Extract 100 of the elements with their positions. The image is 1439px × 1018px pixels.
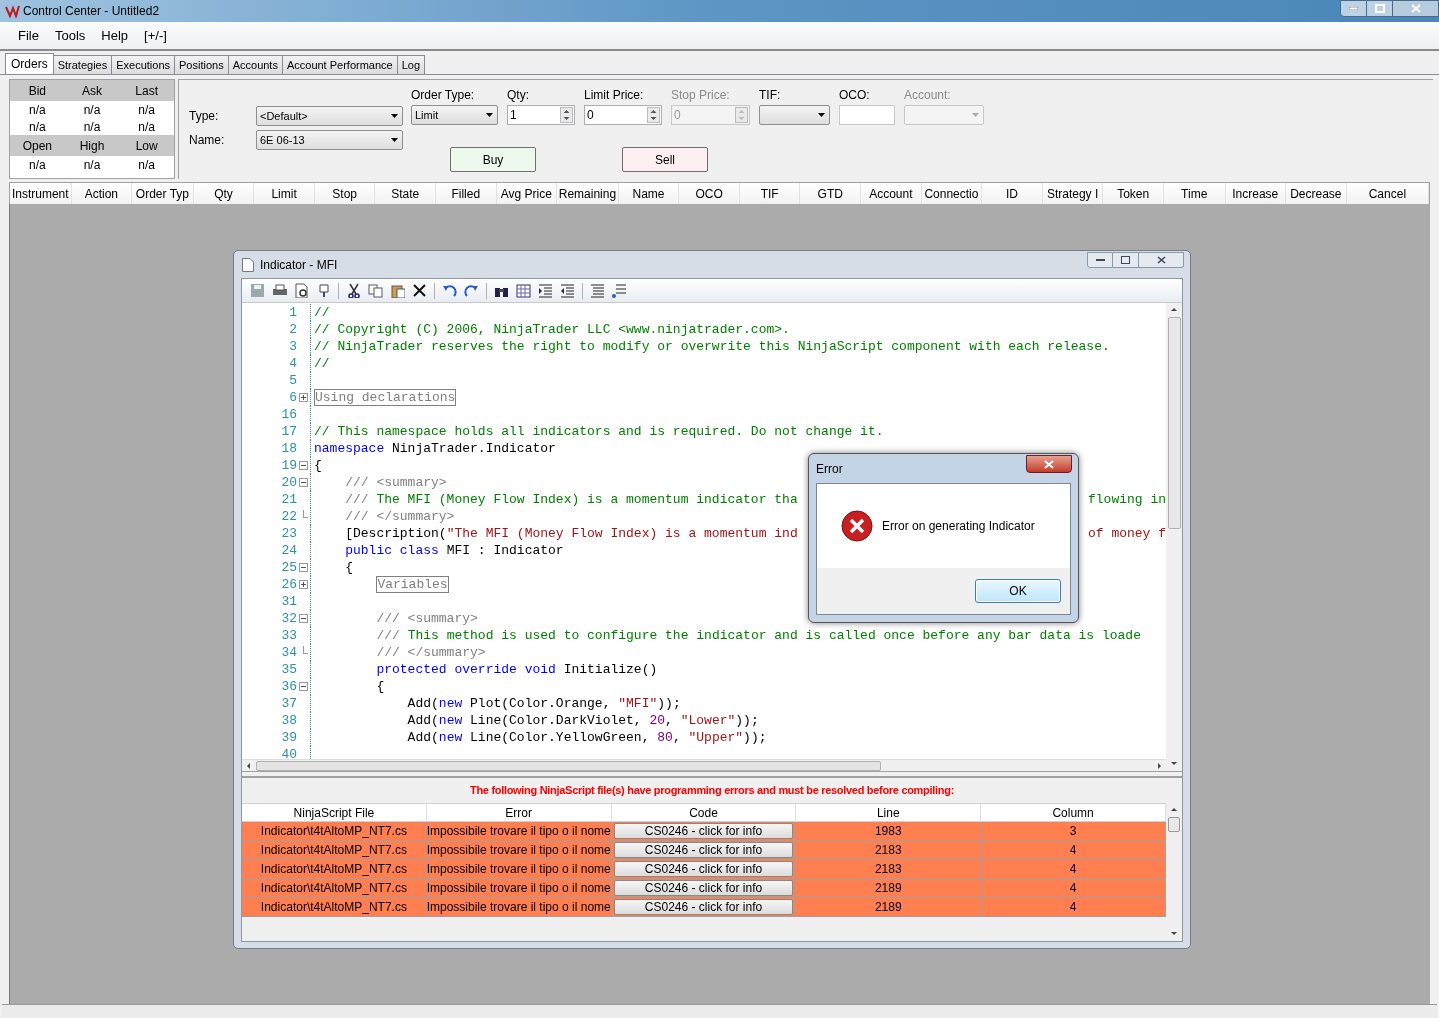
minimize-button[interactable] bbox=[1340, 0, 1367, 17]
caret-icon[interactable] bbox=[485, 112, 494, 118]
print-preview-icon[interactable] bbox=[294, 283, 309, 298]
column-header[interactable]: Connectio bbox=[921, 183, 983, 204]
column-header[interactable]: Time bbox=[1163, 183, 1226, 204]
column-header[interactable]: Order Typ bbox=[132, 183, 194, 204]
column-header[interactable]: Stop bbox=[314, 183, 376, 204]
column-header[interactable]: Increase bbox=[1225, 183, 1287, 204]
app-logo-icon[interactable] bbox=[4, 4, 20, 18]
dialog-message: Error on generating Indicator bbox=[882, 518, 1035, 535]
tab[interactable]: Account Performance bbox=[281, 55, 398, 74]
collapse-icon[interactable] bbox=[299, 563, 308, 572]
column-header[interactable]: Qty bbox=[193, 183, 255, 204]
column-header[interactable]: OCO bbox=[679, 183, 740, 204]
caret-icon[interactable] bbox=[390, 137, 399, 143]
scrollbar-thumb[interactable] bbox=[1167, 317, 1181, 529]
line-number: 40 bbox=[280, 745, 297, 759]
type-dropdown[interactable]: <Default> bbox=[256, 106, 403, 126]
file-cell: Indicator\t4tAltoMP_NT7.cs bbox=[242, 879, 427, 897]
expand-icon[interactable] bbox=[299, 393, 308, 402]
menu-item[interactable]: File bbox=[10, 25, 47, 46]
info-button[interactable]: CS0246 - click for info bbox=[613, 861, 794, 877]
caret-icon[interactable] bbox=[390, 113, 399, 119]
caret-icon[interactable] bbox=[817, 112, 826, 118]
expand-icon[interactable] bbox=[299, 580, 308, 589]
scrollbar-thumb[interactable] bbox=[1168, 817, 1180, 832]
text-field[interactable] bbox=[839, 105, 895, 125]
error-icon[interactable] bbox=[841, 510, 873, 542]
line-number: 26 bbox=[280, 575, 297, 594]
collapse-icon[interactable] bbox=[299, 614, 308, 623]
tab[interactable]: Orders bbox=[5, 53, 54, 74]
column-header[interactable]: Decrease bbox=[1286, 183, 1347, 204]
paste-icon[interactable] bbox=[390, 283, 405, 298]
redo-icon[interactable] bbox=[464, 283, 479, 298]
scissors-icon[interactable] bbox=[346, 283, 361, 298]
order-button[interactable]: Sell bbox=[622, 147, 708, 172]
collapse-icon[interactable] bbox=[299, 461, 308, 470]
dialog-title: Error bbox=[816, 460, 843, 478]
column-header[interactable]: Filled bbox=[436, 183, 497, 204]
menu-item[interactable]: Help bbox=[93, 25, 137, 46]
info-button[interactable]: CS0246 - click for info bbox=[613, 823, 794, 839]
print-icon[interactable] bbox=[272, 283, 287, 298]
column-header[interactable]: Strategy I bbox=[1042, 183, 1104, 204]
outdent-icon[interactable] bbox=[560, 283, 575, 298]
order-button[interactable]: Buy bbox=[450, 147, 536, 172]
info-button[interactable]: CS0246 - click for info bbox=[613, 842, 794, 858]
menu-item[interactable]: [+/-] bbox=[136, 25, 175, 46]
code-line: /// This method is used to configure the indicator and is called once before any bar data is loade bbox=[375, 628, 1141, 643]
tab[interactable]: Accounts bbox=[227, 55, 283, 74]
tab[interactable]: Positions bbox=[174, 55, 229, 74]
column-header[interactable]: Remaining bbox=[557, 183, 619, 204]
column-cell: 3 bbox=[981, 822, 1166, 840]
column-header[interactable]: ID bbox=[982, 183, 1043, 204]
spinner-arrows-icon[interactable] bbox=[560, 107, 573, 123]
pin-icon[interactable] bbox=[316, 283, 331, 298]
info-button[interactable]: CS0246 - click for info bbox=[613, 880, 794, 896]
minimize-icon[interactable] bbox=[1095, 258, 1105, 262]
collapse-icon[interactable] bbox=[299, 478, 308, 487]
scrollbar-thumb[interactable] bbox=[256, 760, 881, 771]
column-header[interactable]: Cancel bbox=[1346, 183, 1430, 204]
copy-icon[interactable] bbox=[368, 283, 383, 298]
list-icon[interactable] bbox=[590, 283, 605, 298]
spin-field[interactable]: 1 bbox=[507, 105, 575, 125]
grid-icon[interactable] bbox=[516, 283, 531, 298]
spin-field[interactable]: 0 bbox=[584, 105, 662, 125]
name-dropdown[interactable]: 6E 06-13 bbox=[256, 130, 403, 150]
line-number: 32 bbox=[280, 609, 297, 628]
document-icon[interactable] bbox=[242, 257, 254, 272]
menu-item[interactable]: Tools bbox=[46, 25, 94, 46]
column-header[interactable]: Limit bbox=[254, 183, 315, 204]
maximize-button[interactable] bbox=[1367, 0, 1393, 17]
column-header[interactable]: Account bbox=[861, 183, 922, 204]
indent-icon[interactable] bbox=[538, 283, 553, 298]
close-button[interactable] bbox=[1393, 0, 1439, 17]
column-header[interactable]: Name bbox=[618, 183, 680, 204]
restore-button[interactable] bbox=[1113, 252, 1139, 268]
column-header[interactable]: Avg Price bbox=[496, 183, 558, 204]
tab[interactable]: Executions bbox=[111, 55, 176, 74]
dropdown[interactable]: Limit bbox=[411, 105, 498, 125]
restore-icon[interactable] bbox=[1121, 256, 1130, 264]
close-button[interactable] bbox=[1026, 455, 1072, 473]
line-cell: 2189 bbox=[796, 898, 982, 916]
column-header[interactable]: Token bbox=[1103, 183, 1164, 204]
column-header[interactable]: TIF bbox=[739, 183, 801, 204]
undo-icon[interactable] bbox=[442, 283, 457, 298]
ok-button[interactable]: OK bbox=[975, 579, 1061, 603]
minimize-button[interactable] bbox=[1087, 252, 1113, 268]
spinner-arrows-icon[interactable] bbox=[647, 107, 660, 123]
line-number: 1 bbox=[288, 303, 297, 322]
column-header[interactable]: State bbox=[375, 183, 436, 204]
close-icon[interactable] bbox=[1156, 256, 1166, 264]
column-header[interactable]: GTD bbox=[800, 183, 862, 204]
list-icon[interactable] bbox=[612, 283, 627, 298]
column-header[interactable]: Instrument bbox=[10, 183, 72, 204]
column-header[interactable]: Action bbox=[71, 183, 133, 204]
tab[interactable]: Strategies bbox=[52, 55, 113, 74]
tab[interactable]: Log bbox=[396, 55, 426, 74]
info-button[interactable]: CS0246 - click for info bbox=[613, 899, 794, 915]
delete-icon[interactable] bbox=[412, 283, 427, 298]
collapse-icon[interactable] bbox=[299, 682, 308, 691]
